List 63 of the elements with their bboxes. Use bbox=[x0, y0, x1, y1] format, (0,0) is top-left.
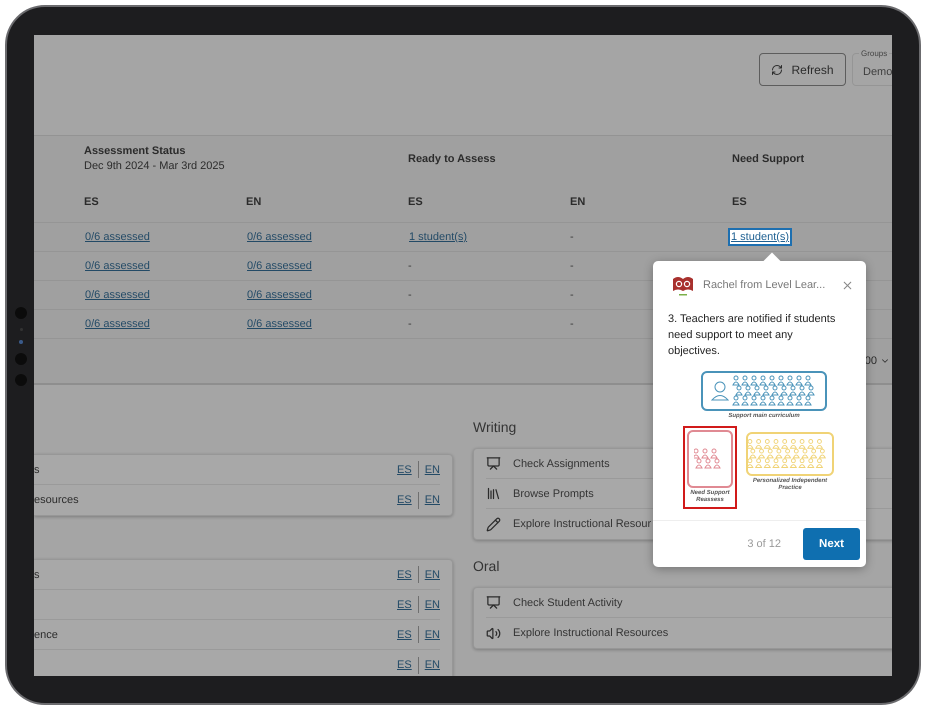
activity-link[interactable]: Check Student Activity bbox=[513, 596, 622, 608]
books-icon bbox=[486, 486, 501, 501]
language-link[interactable]: ES bbox=[397, 628, 412, 640]
pencil-icon bbox=[486, 516, 501, 532]
table-link[interactable]: 0/6 assessed bbox=[82, 315, 153, 333]
close-button[interactable] bbox=[841, 278, 854, 292]
table-link[interactable]: 0/6 assessed bbox=[82, 286, 153, 304]
activity-link[interactable]: Check Assignments bbox=[513, 458, 610, 470]
table-link[interactable]: 0/6 assessed bbox=[82, 257, 153, 275]
date-range: Dec 9th 2024 - Mar 3rd 2025 bbox=[84, 160, 226, 172]
language-link[interactable]: EN bbox=[424, 464, 440, 476]
language-link[interactable]: ES bbox=[397, 568, 412, 580]
column-heading: ES bbox=[84, 196, 99, 208]
activity-link[interactable]: Explore Instructional Resour bbox=[513, 518, 652, 530]
column-heading: ES bbox=[408, 196, 423, 208]
resource-label: s bbox=[34, 568, 40, 580]
column-heading: EN bbox=[570, 196, 586, 208]
group-heading: Assessment Status bbox=[84, 145, 186, 157]
language-link[interactable]: ES bbox=[397, 598, 412, 610]
table-cell: - bbox=[570, 318, 574, 330]
step-counter: 3 of 12 bbox=[747, 538, 781, 550]
presentation-icon bbox=[486, 595, 501, 610]
activity-link[interactable]: Browse Prompts bbox=[513, 488, 594, 500]
language-link[interactable]: EN bbox=[424, 568, 440, 580]
select-label: Groups bbox=[859, 49, 890, 58]
language-link[interactable]: ES bbox=[397, 659, 412, 671]
refresh-button[interactable]: Refresh bbox=[759, 53, 846, 86]
section-heading: Writing bbox=[473, 419, 516, 437]
language-link[interactable]: EN bbox=[424, 628, 440, 640]
section-heading: Oral bbox=[473, 558, 500, 576]
tour-message: 3. Teachers are notified if students need support to meet any objectives. bbox=[668, 312, 836, 359]
language-link[interactable]: EN bbox=[424, 659, 440, 671]
language-link[interactable]: ES bbox=[397, 494, 412, 506]
sender-name: Rachel from Level Lear... bbox=[703, 279, 826, 291]
table-link[interactable]: 0/6 assessed bbox=[244, 257, 315, 275]
group-heading: Need Support bbox=[732, 152, 806, 164]
table-link[interactable]: 1 student(s) bbox=[728, 228, 792, 246]
language-link[interactable]: EN bbox=[424, 494, 440, 506]
table-cell: - bbox=[408, 318, 412, 330]
table-cell: - bbox=[408, 260, 412, 272]
resource-label: ence bbox=[34, 628, 58, 640]
activity-link[interactable]: Explore Instructional Resources bbox=[513, 627, 668, 639]
table-cell: - bbox=[570, 231, 574, 243]
column-heading: ES bbox=[732, 196, 747, 208]
sensor-dot bbox=[19, 340, 23, 344]
table-link[interactable]: 1 student(s) bbox=[406, 228, 470, 246]
table-link[interactable]: 0/6 assessed bbox=[82, 228, 153, 246]
presentation-icon bbox=[486, 456, 501, 471]
speaker-icon bbox=[486, 626, 501, 640]
table-cell: - bbox=[570, 260, 574, 272]
table-cell: - bbox=[570, 289, 574, 301]
table-cell: - bbox=[408, 289, 412, 301]
column-heading: EN bbox=[246, 196, 262, 208]
resource-label: s bbox=[34, 464, 40, 476]
language-link[interactable]: EN bbox=[424, 598, 440, 610]
table-link[interactable]: 0/6 assessed bbox=[244, 315, 315, 333]
group-heading: Ready to Assess bbox=[408, 152, 497, 164]
refresh-icon bbox=[771, 64, 784, 76]
table-link[interactable]: 0/6 assessed bbox=[244, 286, 315, 304]
table-link[interactable]: 0/6 assessed bbox=[244, 228, 315, 246]
next-button[interactable]: Next bbox=[803, 528, 860, 560]
language-link[interactable]: ES bbox=[397, 464, 412, 476]
resource-label: esources bbox=[34, 494, 79, 506]
